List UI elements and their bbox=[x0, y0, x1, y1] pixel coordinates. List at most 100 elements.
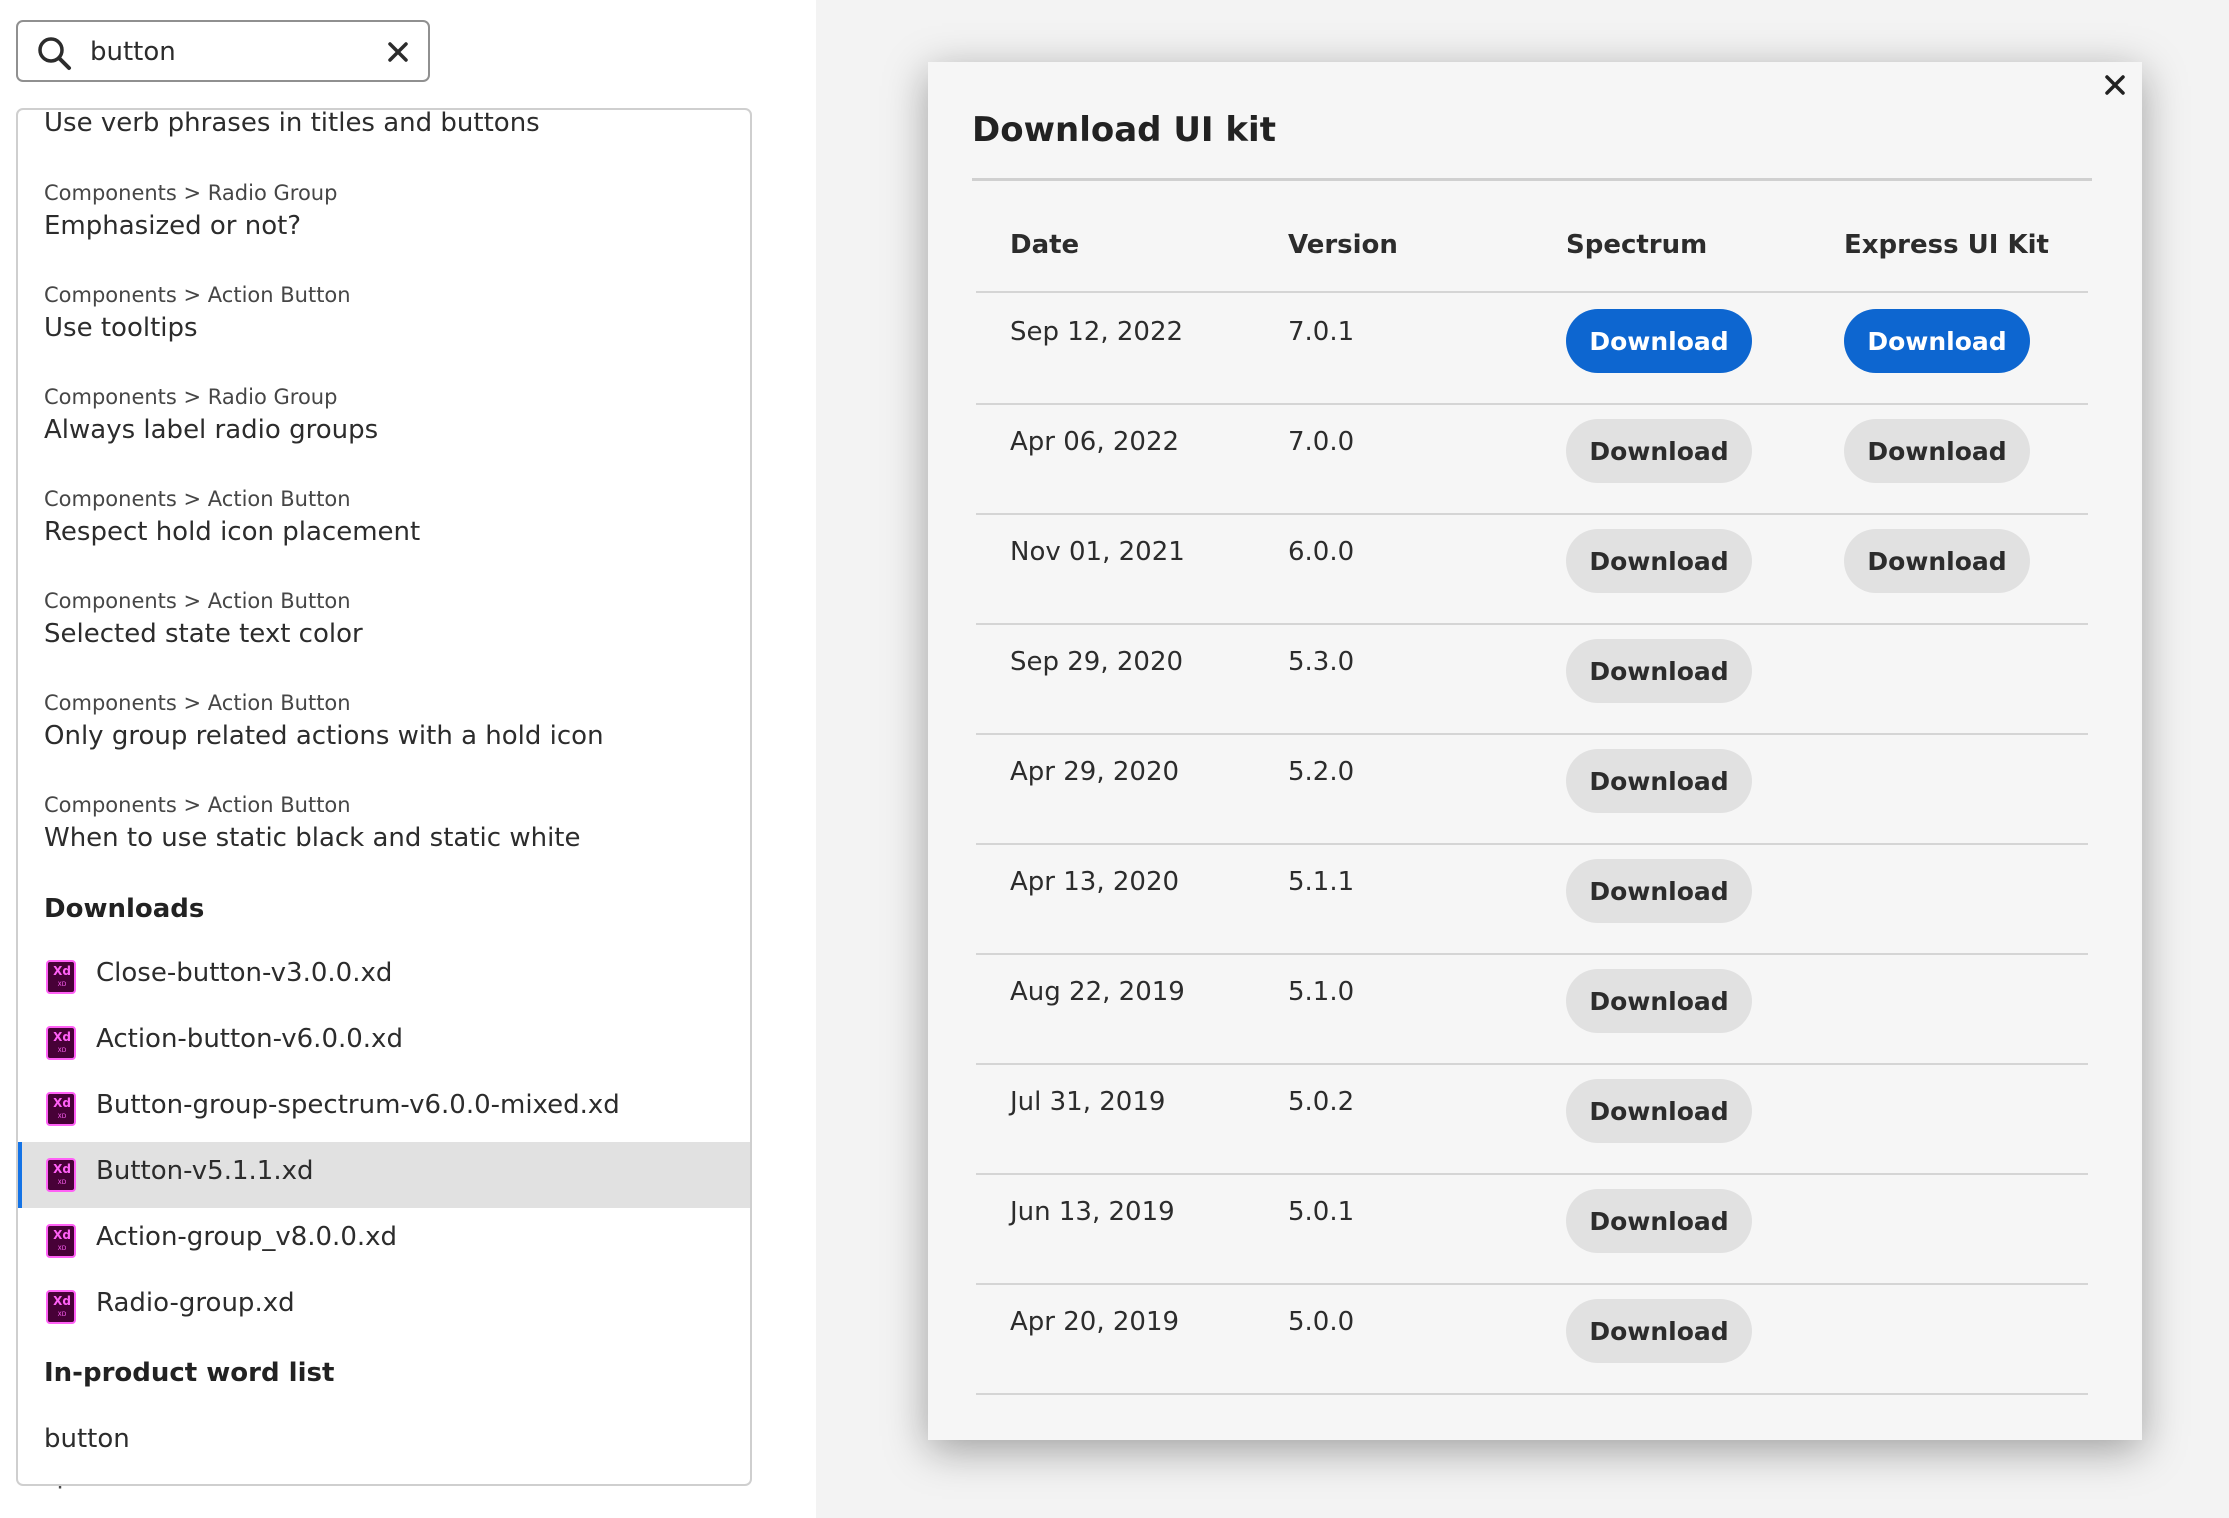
spectrum-download-button[interactable]: Download bbox=[1566, 969, 1752, 1033]
table-row: Apr 20, 2019 5.0.0 Download bbox=[976, 1283, 2088, 1395]
spectrum-download-button[interactable]: Download bbox=[1566, 859, 1752, 923]
version-cell: 7.0.0 bbox=[1288, 427, 1355, 457]
column-header-express: Express UI Kit bbox=[1844, 230, 2049, 260]
file-name: Action-group_v8.0.0.xd bbox=[96, 1222, 398, 1252]
column-header-spectrum: Spectrum bbox=[1566, 230, 1708, 260]
result-breadcrumb: Components > Action Button bbox=[44, 283, 351, 307]
spectrum-download-button[interactable]: Download bbox=[1566, 639, 1752, 703]
dialog-title: Download UI kit bbox=[972, 110, 1276, 150]
search-field[interactable] bbox=[16, 20, 430, 82]
date-cell: Sep 12, 2022 bbox=[1010, 317, 1184, 347]
search-result-item[interactable]: Components > Radio Group Emphasized or n… bbox=[44, 178, 724, 244]
date-cell: Sep 29, 2020 bbox=[1010, 647, 1184, 677]
search-results-dropdown[interactable]: Use verb phrases in titles and buttons C… bbox=[16, 108, 752, 1486]
download-file-item[interactable]: Xd XD Button-group-spectrum-v6.0.0-mixed.… bbox=[18, 1076, 750, 1142]
xd-file-icon: Xd XD bbox=[46, 1224, 76, 1258]
date-cell: Apr 20, 2019 bbox=[1010, 1307, 1180, 1337]
result-title: Use tooltips bbox=[44, 313, 198, 343]
download-file-item-selected[interactable]: Xd XD Button-v5.1.1.xd bbox=[18, 1142, 750, 1208]
result-breadcrumb: Components > Action Button bbox=[44, 691, 351, 715]
version-cell: 5.0.2 bbox=[1288, 1087, 1355, 1117]
xd-file-icon: Xd XD bbox=[46, 1158, 76, 1192]
xd-file-icon: Xd XD bbox=[46, 1290, 76, 1324]
date-cell: Nov 01, 2021 bbox=[1010, 537, 1185, 567]
express-download-button[interactable]: Download bbox=[1844, 309, 2030, 373]
table-row: Jul 31, 2019 5.0.2 Download bbox=[976, 1063, 2088, 1175]
spectrum-download-button[interactable]: Download bbox=[1566, 419, 1752, 483]
date-cell: Apr 06, 2022 bbox=[1010, 427, 1180, 457]
search-icon bbox=[38, 37, 71, 70]
xd-file-icon: Xd XD bbox=[46, 1092, 76, 1126]
spectrum-download-button[interactable]: Download bbox=[1566, 1189, 1752, 1253]
table-header: Date Version Spectrum Express UI Kit bbox=[976, 230, 2088, 278]
download-ui-kit-dialog: Download UI kit Date Version Spectrum Ex… bbox=[928, 62, 2142, 1440]
table-row: Sep 12, 2022 7.0.1 Download Download bbox=[976, 293, 2088, 405]
version-cell: 5.0.0 bbox=[1288, 1307, 1355, 1337]
search-input[interactable] bbox=[88, 30, 382, 74]
table-row: Apr 29, 2020 5.2.0 Download bbox=[976, 733, 2088, 845]
download-file-item[interactable]: Xd XD Close-button-v3.0.0.xd bbox=[18, 944, 750, 1010]
date-cell: Apr 29, 2020 bbox=[1010, 757, 1180, 787]
table-row: Apr 06, 2022 7.0.0 Download Download bbox=[976, 403, 2088, 515]
result-breadcrumb: Components > Action Button bbox=[44, 589, 351, 613]
date-cell: Jun 13, 2019 bbox=[1010, 1197, 1175, 1227]
table-row: Sep 29, 2020 5.3.0 Download bbox=[976, 623, 2088, 735]
column-header-version: Version bbox=[1288, 230, 1398, 260]
express-download-button[interactable]: Download bbox=[1844, 419, 2030, 483]
file-name: Close-button-v3.0.0.xd bbox=[96, 958, 393, 988]
table-row: Nov 01, 2021 6.0.0 Download Download bbox=[976, 513, 2088, 625]
file-name: Action-button-v6.0.0.xd bbox=[96, 1024, 403, 1054]
result-breadcrumb: Components > Action Button bbox=[44, 487, 351, 511]
spectrum-download-button[interactable]: Download bbox=[1566, 1079, 1752, 1143]
spectrum-download-button[interactable]: Download bbox=[1566, 749, 1752, 813]
table-row: Jun 13, 2019 5.0.1 Download bbox=[976, 1173, 2088, 1285]
result-breadcrumb: Components > Radio Group bbox=[44, 181, 338, 205]
version-cell: 5.2.0 bbox=[1288, 757, 1355, 787]
date-cell: Aug 22, 2019 bbox=[1010, 977, 1185, 1007]
result-breadcrumb: Components > Radio Group bbox=[44, 385, 338, 409]
result-title: Always label radio groups bbox=[44, 415, 379, 445]
spectrum-download-button[interactable]: Download bbox=[1566, 1299, 1752, 1363]
table-row: Aug 22, 2019 5.1.0 Download bbox=[976, 953, 2088, 1065]
result-title: Selected state text color bbox=[44, 619, 363, 649]
search-result-item[interactable]: Components > Action Button When to use s… bbox=[44, 790, 724, 856]
download-file-item[interactable]: Xd XD Action-group_v8.0.0.xd bbox=[18, 1208, 750, 1274]
date-cell: Jul 31, 2019 bbox=[1010, 1087, 1166, 1117]
result-title: Only group related actions with a hold i… bbox=[44, 721, 604, 751]
result-title: Respect hold icon placement bbox=[44, 517, 421, 547]
word-list-heading: In-product word list bbox=[44, 1358, 335, 1388]
word-list-item[interactable]: button bbox=[44, 1424, 130, 1454]
result-title: When to use static black and static whit… bbox=[44, 823, 581, 853]
spectrum-download-button[interactable]: Download bbox=[1566, 309, 1752, 373]
download-file-item[interactable]: Xd XD Radio-group.xd bbox=[18, 1274, 750, 1340]
search-result-item[interactable]: Components > Radio Group Always label ra… bbox=[44, 382, 724, 448]
title-divider bbox=[972, 178, 2092, 181]
result-title-partial[interactable]: Use verb phrases in titles and buttons bbox=[44, 110, 540, 138]
search-result-item[interactable]: Components > Action Button Respect hold … bbox=[44, 484, 724, 550]
file-name: Button-v5.1.1.xd bbox=[96, 1156, 314, 1186]
search-result-item[interactable]: Components > Action Button Selected stat… bbox=[44, 586, 724, 652]
file-name: Radio-group.xd bbox=[96, 1288, 295, 1318]
version-cell: 5.3.0 bbox=[1288, 647, 1355, 677]
table-row: Apr 13, 2020 5.1.1 Download bbox=[976, 843, 2088, 955]
version-cell: 5.1.1 bbox=[1288, 867, 1355, 897]
spectrum-download-button[interactable]: Download bbox=[1566, 529, 1752, 593]
xd-file-icon: Xd XD bbox=[46, 1026, 76, 1060]
version-cell: 7.0.1 bbox=[1288, 317, 1355, 347]
close-icon[interactable] bbox=[2104, 74, 2126, 96]
xd-file-icon: Xd XD bbox=[46, 960, 76, 994]
result-breadcrumb: Components > Action Button bbox=[44, 793, 351, 817]
download-file-item[interactable]: Xd XD Action-button-v6.0.0.xd bbox=[18, 1010, 750, 1076]
column-header-date: Date bbox=[1010, 230, 1080, 260]
search-result-item[interactable]: Components > Action Button Use tooltips bbox=[44, 280, 724, 346]
clear-search-icon[interactable] bbox=[386, 40, 410, 64]
date-cell: Apr 13, 2020 bbox=[1010, 867, 1180, 897]
downloads-heading: Downloads bbox=[44, 894, 205, 924]
version-cell: 6.0.0 bbox=[1288, 537, 1355, 567]
version-cell: 5.1.0 bbox=[1288, 977, 1355, 1007]
search-result-item[interactable]: Components > Action Button Only group re… bbox=[44, 688, 724, 754]
file-name: Button-group-spectrum-v6.0.0-mixed.xd bbox=[96, 1090, 620, 1120]
version-cell: 5.0.1 bbox=[1288, 1197, 1355, 1227]
result-title: Emphasized or not? bbox=[44, 211, 302, 241]
express-download-button[interactable]: Download bbox=[1844, 529, 2030, 593]
